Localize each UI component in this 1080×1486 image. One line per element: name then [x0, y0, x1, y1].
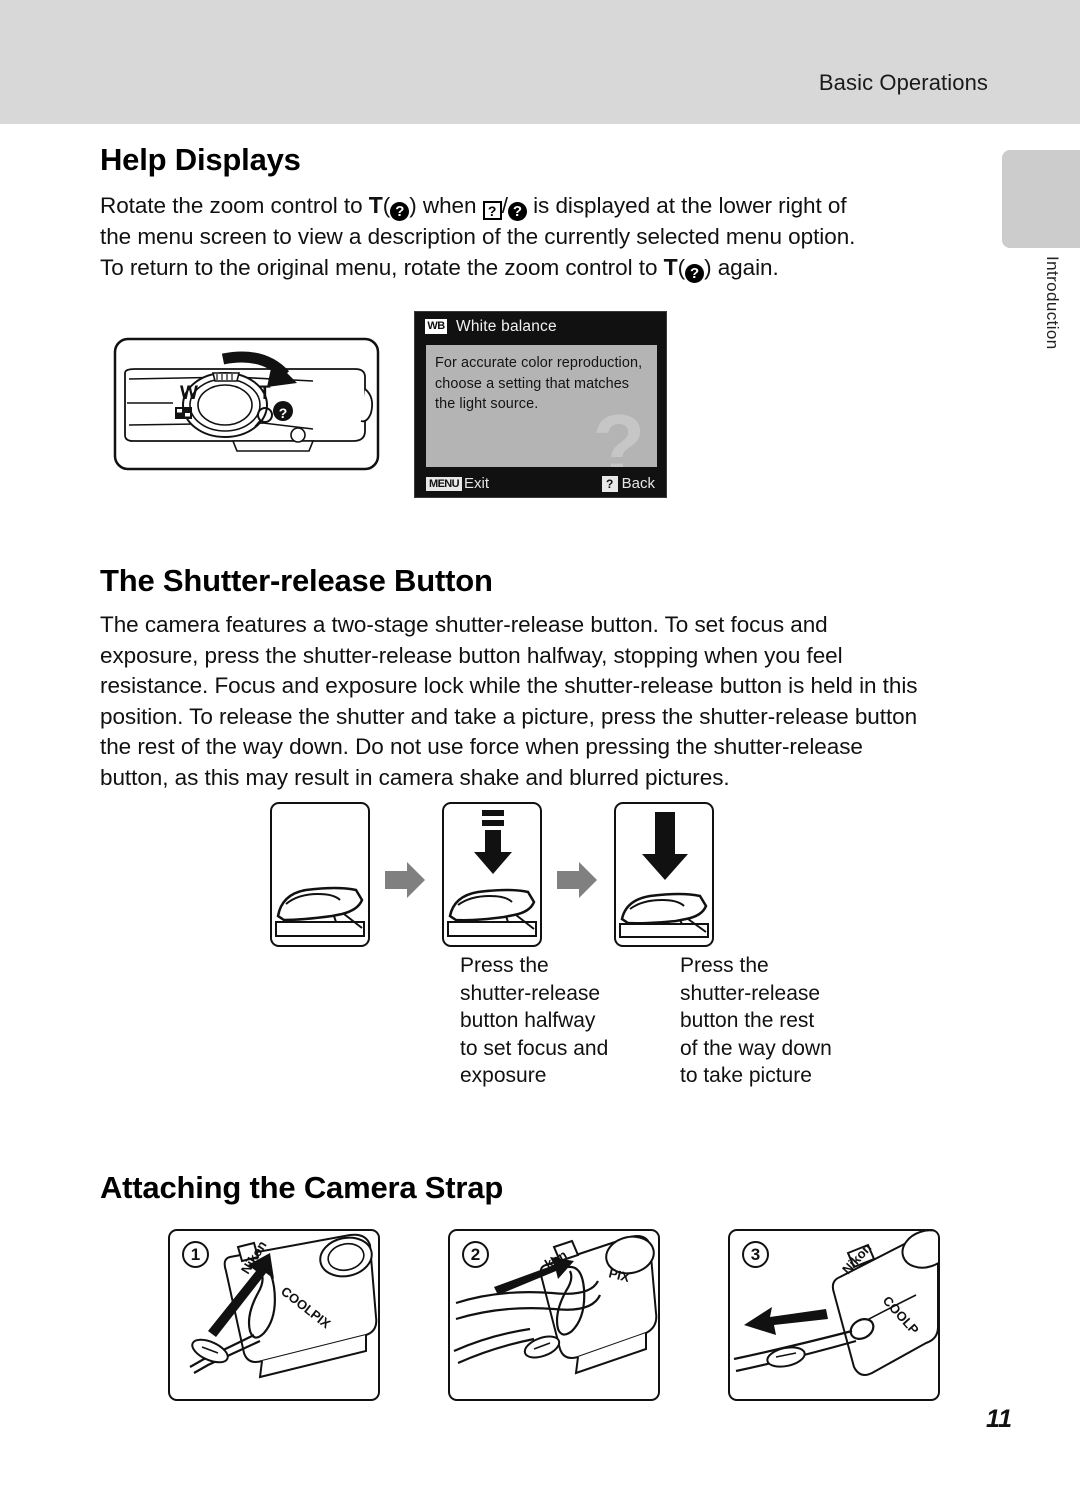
caption-2-line-3: button the rest [680, 1009, 815, 1032]
header-band [0, 0, 1080, 124]
page-title-camera-strap: Attaching the Camera Strap [100, 1170, 504, 1205]
paren-open-1: ( [382, 193, 391, 218]
help-line3-part-a: To return to the original menu, rotate t… [100, 255, 664, 280]
help-question-icon-3: ? [685, 264, 705, 283]
help-line1-part-d: is displayed at the lower right of [526, 193, 847, 218]
caption-2-line-2: shutter-release [680, 981, 821, 1005]
lcd-help-line-2: choose a setting that matches [435, 375, 630, 392]
strap-step-1-illustration: Nikon COOLPIX 1 [168, 1229, 380, 1401]
caption-1-line-5: exposure [460, 1064, 547, 1087]
shutter-line-3: resistance. Focus and exposure lock whil… [100, 673, 918, 698]
tele-mark-1: T [368, 192, 383, 218]
sequence-arrow-2-icon [555, 860, 599, 900]
lcd-help-panel: For accurate color reproduction, choose … [426, 345, 657, 467]
shutter-line-5: the rest of the way down. Do not use for… [100, 734, 863, 759]
help-question-icon-2: ? [507, 202, 527, 221]
caption-1-line-4: to set focus and [460, 1036, 609, 1060]
caption-2-line-5: to take picture [680, 1064, 812, 1087]
lcd-footer-bar: MENU Exit ? Back [415, 470, 666, 497]
paren-open-2: ( [677, 255, 686, 280]
shutter-line-6: button, as this may result in camera sha… [100, 764, 730, 790]
caption-2-line-4: of the way down [680, 1036, 832, 1060]
sequence-arrow-1-icon [383, 860, 427, 900]
caption-1-line-1: Press the [460, 954, 549, 977]
shutter-line-2: exposure, press the shutter-release butt… [100, 642, 843, 668]
shutter-line-1: The camera features a two-stage shutter-… [100, 612, 828, 637]
strap-step-3-illustration: Nikon COOLP 3 [728, 1229, 940, 1401]
shutter-caption-2: Press the shutter-release button the res… [680, 952, 832, 1090]
help-line1-part-b: ) when [409, 193, 483, 218]
page-number: 11 [986, 1405, 1012, 1433]
menu-button-badge-icon: MENU [426, 476, 462, 491]
shutter-line-4: position. To release the shutter and tak… [100, 703, 918, 729]
lcd-help-line-1: For accurate color reproduction, [435, 355, 643, 371]
lcd-menu-title: White balance [456, 317, 557, 335]
tele-mark-2: T [663, 254, 678, 280]
thumbnail-grid-icon [175, 407, 192, 419]
caption-1-line-3: button halfway [460, 1009, 596, 1032]
lcd-exit-label: Exit [464, 475, 490, 492]
chapter-tab-label: Introduction [1043, 256, 1062, 350]
section-header-title: Basic Operations [818, 70, 988, 95]
shutter-step-3-illustration [614, 802, 714, 947]
caption-1-line-2: shutter-release [460, 981, 601, 1005]
wide-label: W [180, 383, 198, 404]
page-title-shutter-release: The Shutter-release Button [100, 563, 493, 598]
manual-page: Basic Operations Introduction Help Displ… [0, 0, 1080, 1486]
page-title-help-displays: Help Displays [100, 142, 301, 177]
svg-text:?: ? [279, 405, 288, 421]
strap-step-1-number: 1 [182, 1241, 209, 1268]
help-line3-part-b: ) again. [704, 255, 779, 280]
camera-strap-steps: Nikon COOLPIX 1 kon PIX 2 Nikon COOLP 3 [168, 1229, 940, 1401]
help-button-badge-icon: ? [601, 475, 618, 492]
lcd-back-label: Back [621, 475, 655, 492]
strap-step-2-illustration: kon PIX 2 [448, 1229, 660, 1401]
strap-step-3-number: 3 [742, 1241, 769, 1268]
help-question-icon-1: ? [390, 202, 410, 221]
help-question-box-icon: ? [482, 201, 502, 220]
camera-lcd-screen: WB White balance For accurate color repr… [414, 311, 667, 498]
help-line1-slash: / [501, 193, 508, 218]
help-question-icon: ? [273, 401, 293, 421]
caption-2-line-1: Press the [680, 954, 769, 977]
tele-label: T [259, 383, 271, 404]
help-line1-part-a: Rotate the zoom control to [100, 193, 369, 218]
white-balance-icon: WB [425, 319, 447, 334]
question-mark-watermark: ? [592, 398, 645, 467]
shutter-caption-1: Press the shutter-release button halfway… [460, 952, 608, 1090]
strap-step-2-number: 2 [462, 1241, 489, 1268]
lcd-title-bar: WB White balance [415, 312, 666, 341]
shutter-press-sequence [270, 802, 820, 947]
help-displays-paragraph: Rotate the zoom control to T(?) when ? /?… [100, 190, 980, 284]
help-line2: the menu screen to view a description of… [100, 223, 856, 249]
shutter-step-2-illustration [442, 802, 542, 947]
shutter-step-1-illustration [270, 802, 370, 947]
shutter-release-paragraph: The camera features a two-stage shutter-… [100, 610, 1000, 793]
chapter-tab [1002, 150, 1080, 248]
camera-top-view-illustration: W T ? [113, 337, 380, 471]
